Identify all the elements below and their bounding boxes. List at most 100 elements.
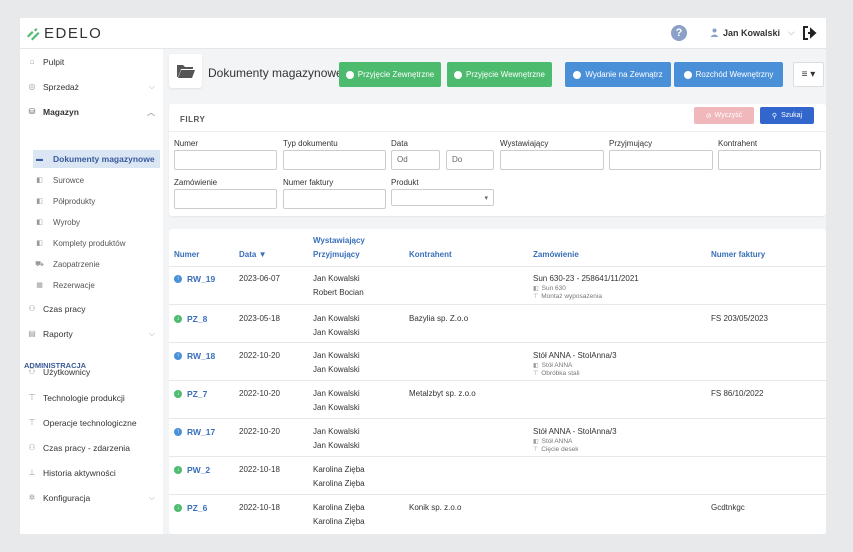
sidebar-item-label: Sprzedaż [43,82,79,92]
table-row[interactable]: ↓ PZ_7 2022-10-20 Jan Kowalski Jan Kowal… [169,380,826,418]
label-zamowienie: Zamówienie [174,178,218,187]
arrow-down-circle-icon: ↓ [174,315,182,323]
sidebar-item-pulpit[interactable]: ⌂ Pulpit [20,53,163,71]
logo-text: EDELO [44,25,103,42]
wydanie-na-zewnatrz-button[interactable]: Wydanie na Zewnątrz [565,62,671,87]
sidebar-item-dokumenty-magazynowe[interactable]: ▬ Dokumenty magazynowe [33,150,160,168]
clear-button[interactable]: ⊘ Wyczyść [694,107,754,124]
arrow-up-circle-icon: ↑ [174,275,182,283]
user-menu[interactable]: Jan Kowalski ⌵ [710,27,795,38]
header-numer[interactable]: Numer [174,250,199,259]
doc-przyjmujacy: Jan Kowalski [313,328,360,337]
more-menu-button[interactable]: ≡ ▾ [793,62,824,87]
doc-zamowienie-product: ◧ Stół ANNA [533,362,572,369]
przyjecie-wewnetrzne-button[interactable]: Przyjęcie Wewnętrzne [447,62,552,87]
sidebar-item-konfiguracja[interactable]: ✲ Konfiguracja ⌵ [20,489,163,507]
operation-name: Montaż wyposażenia [541,293,602,300]
date-from-input[interactable]: Od [391,150,440,170]
arrow-up-circle-icon: ↑ [174,352,182,360]
doc-date: 2023-05-18 [239,314,280,323]
doc-number: RW_18 [187,351,216,361]
arrow-down-circle-icon [454,70,462,79]
sidebar-item-komplety[interactable]: ◧ Komplety produktów [33,234,160,252]
doc-number-link[interactable]: ↓ PZ_8 [174,314,207,324]
sidebar-item-rezerwacje[interactable]: ▦ Rezerwacje [33,276,160,294]
przyjecie-zewnetrzne-button[interactable]: Przyjęcie Zewnętrzne [339,62,441,87]
doc-number-link[interactable]: ↓ PZ_7 [174,389,207,399]
doc-przyjmujacy: Jan Kowalski [313,441,360,450]
produkt-select[interactable] [391,189,494,208]
typ-dokumentu-input[interactable] [283,150,386,170]
numer-faktury-input[interactable] [283,189,386,209]
folder-icon: ▬ [36,155,43,163]
doc-zamowienie-operation: ⊤ Obróbka stali [533,370,580,377]
doc-faktura: FS 203/05/2023 [711,314,768,323]
doc-number-link[interactable]: ↓ PW_2 [174,465,210,475]
sidebar-item-label: Czas pracy [43,304,86,314]
rozchod-wewnetrzny-button[interactable]: Rozchód Wewnętrzny [674,62,783,87]
sidebar-item-operacje[interactable]: ⊤ Operacje technologiczne [20,414,163,432]
doc-number-link[interactable]: ↑ RW_18 [174,351,215,361]
wystawiajacy-input[interactable] [500,150,604,170]
arrow-down-circle-icon: ↓ [174,390,182,398]
doc-number-link[interactable]: ↑ RW_19 [174,274,215,284]
doc-date: 2022-10-18 [239,503,280,512]
gear-icon: ✲ [28,493,36,502]
sidebar-item-wyroby[interactable]: ◧ Wyroby [33,213,160,231]
table-row[interactable]: ↓ PZ_6 2022-10-18 Karolina Zięba Karolin… [169,494,826,532]
table-row[interactable]: ↑ RW_17 2022-10-20 Jan Kowalski Jan Kowa… [169,418,826,456]
help-icon[interactable]: ? [671,25,687,41]
table-row[interactable]: ↓ PZ_8 2023-05-18 Jan Kowalski Jan Kowal… [169,304,826,342]
logout-icon[interactable] [802,25,818,41]
operation-name: Cięcie desek [541,446,579,453]
header-data[interactable]: Data ▼ [239,250,266,259]
header-zamowienie[interactable]: Zamówienie [533,250,579,259]
zamowienie-input[interactable] [174,189,277,209]
button-label: Szukaj [781,112,803,119]
doc-zamowienie[interactable]: Stół ANNA - StolAnna/3 [533,351,617,360]
sidebar-item-sprzedaz[interactable]: ◎ Sprzedaż ⌵ [20,78,163,96]
sidebar-item-zaopatrzenie[interactable]: ⛟ Zaopatrzenie [33,255,160,273]
logo[interactable]: EDELO [25,25,102,42]
sidebar-item-uzytkownicy[interactable]: ⚇ Użytkownicy [20,363,163,381]
doc-zamowienie[interactable]: Sun 630-23 - 258641/11/2021 [533,274,639,283]
sidebar-item-magazyn[interactable]: ⛁ Magazyn ︿ [20,103,163,121]
table-row[interactable]: ↑ RW_19 2023-06-07 Jan Kowalski Robert B… [169,266,826,304]
sidebar-item-raporty[interactable]: ▤ Raporty ⌵ [20,325,163,343]
users-icon: ⚇ [28,367,36,376]
sidebar-item-label: Dokumenty magazynowe [53,154,155,164]
sidebar-item-czas-pracy[interactable]: ⚇ Czas pracy [20,300,163,318]
sidebar-item-technologie[interactable]: ⊤ Technologie produkcji [20,389,163,407]
przyjmujacy-input[interactable] [609,150,713,170]
sidebar-item-surowce[interactable]: ◧ Surowce [33,171,160,189]
doc-number-link[interactable]: ↓ PZ_6 [174,503,207,513]
date-to-input[interactable]: Do [446,150,494,170]
doc-kontrahent: Metalzbyt sp. z.o.o [409,389,476,398]
flow-icon: ⊤ [533,294,539,300]
doc-number: RW_17 [187,427,216,437]
table-row[interactable]: ↑ RW_18 2022-10-20 Jan Kowalski Jan Kowa… [169,342,826,380]
flow-icon: ⊤ [533,371,539,377]
header-przyjmujacy[interactable]: Przyjmujący [313,250,360,259]
button-label: Przyjęcie Wewnętrzne [466,70,545,79]
doc-przyjmujacy: Karolina Zięba [313,479,365,488]
numer-input[interactable] [174,150,277,170]
sidebar-item-label: Użytkownicy [43,367,91,377]
chevron-down-icon: ⌵ [148,82,155,91]
label-przyjmujacy: Przyjmujący [609,139,653,148]
doc-number-link[interactable]: ↑ RW_17 [174,427,215,437]
doc-zamowienie[interactable]: Stół ANNA - StolAnna/3 [533,427,617,436]
table-row[interactable]: ↓ PW_2 2022-10-18 Karolina Zięba Karolin… [169,456,826,494]
header-kontrahent[interactable]: Kontrahent [409,250,452,259]
sidebar-item-historia[interactable]: ⊥ Historia aktywności [20,464,163,482]
sidebar-item-czas-pracy-zdarzenia[interactable]: ⚇ Czas pracy - zdarzenia [20,439,163,457]
doc-number: PZ_7 [187,389,208,399]
sidebar-item-polprodukty[interactable]: ◧ Półprodukty [33,192,160,210]
kontrahent-input[interactable] [718,150,821,170]
sidebar-item-label: Komplety produktów [53,238,126,248]
header-numer-faktury[interactable]: Numer faktury [711,250,765,259]
search-button[interactable]: ⚲ Szukaj [760,107,814,124]
doc-date: 2022-10-20 [239,351,280,360]
doc-date: 2022-10-20 [239,427,280,436]
header-wystawiajacy[interactable]: Wystawiający [313,236,365,245]
